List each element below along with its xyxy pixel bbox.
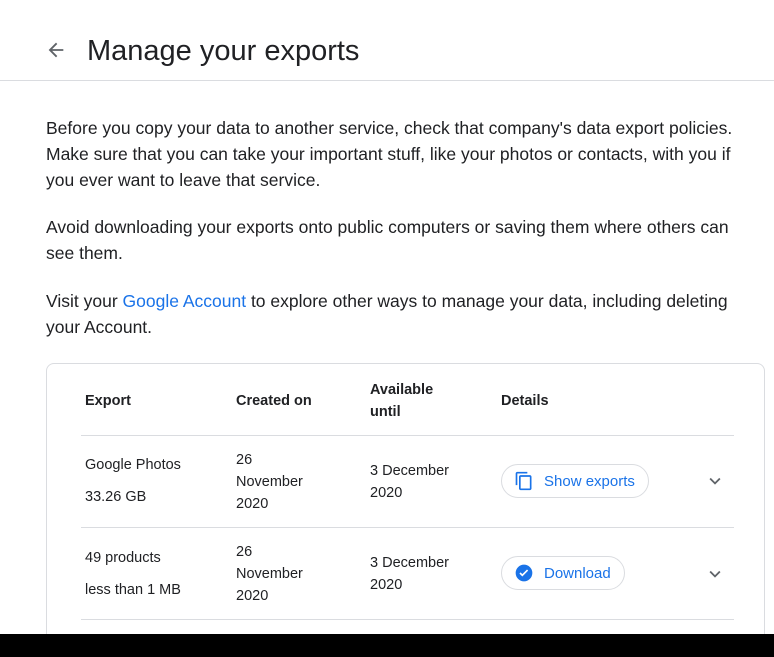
column-header-details: Details: [501, 393, 549, 409]
page-title: Manage your exports: [87, 35, 360, 67]
show-exports-label: Show exports: [544, 472, 635, 490]
check-circle-icon: [515, 564, 533, 582]
bottom-black-bar: [0, 634, 774, 657]
column-header-created-on: Created on: [236, 393, 312, 409]
row-divider: [81, 619, 734, 620]
row1-export-name: Google Photos: [85, 457, 181, 473]
copy-icon: [515, 471, 532, 491]
row1-available-date: 3 December: [370, 463, 449, 479]
column-header-export: Export: [85, 393, 131, 409]
row2-available-date: 3 December: [370, 555, 449, 571]
column-header-available-line1: Available: [370, 382, 434, 398]
row2-export-name: 49 products: [85, 550, 161, 566]
header-divider: [81, 435, 734, 436]
column-header-available-until: Available until: [370, 379, 433, 423]
column-header-available-line2: until: [370, 404, 401, 420]
row2-available-until: 3 December 2020: [370, 552, 449, 596]
google-account-link[interactable]: Google Account: [123, 291, 247, 311]
row2-created-on: 26 November 2020: [236, 541, 303, 607]
arrow-back-icon: [48, 42, 64, 58]
intro-paragraph-google-account: Visit your Google Account to explore oth…: [46, 288, 746, 340]
row1-created-on: 26 November 2020: [236, 449, 303, 515]
page-header: Manage your exports: [0, 0, 774, 81]
row1-export-size: 33.26 GB: [85, 489, 147, 505]
chevron-down-icon: [709, 570, 721, 578]
row1-created-day: 26: [236, 452, 253, 468]
row2-created-month: November: [236, 566, 303, 582]
row1-available-year: 2020: [370, 485, 403, 501]
row1-expand-button[interactable]: [701, 467, 729, 495]
chevron-down-icon: [709, 477, 721, 485]
row1-available-until: 3 December 2020: [370, 460, 449, 504]
row2-created-day: 26: [236, 544, 253, 560]
intro-text-before-link: Visit your: [46, 291, 123, 311]
download-button[interactable]: Download: [501, 556, 625, 590]
row1-created-month: November: [236, 474, 303, 490]
row2-available-year: 2020: [370, 577, 403, 593]
show-exports-button[interactable]: Show exports: [501, 464, 649, 498]
intro-paragraph-public-computers: Avoid downloading your exports onto publ…: [46, 217, 729, 263]
manage-exports-page: Manage your exports Before you copy your…: [0, 0, 774, 657]
row2-export-size: less than 1 MB: [85, 582, 181, 598]
row1-created-year: 2020: [236, 496, 269, 512]
exports-table-card: Export Created on Available until Detail…: [46, 363, 765, 657]
back-button[interactable]: [40, 34, 72, 66]
intro-paragraph-policies: Before you copy your data to another ser…: [46, 118, 733, 190]
row2-expand-button[interactable]: [701, 560, 729, 588]
download-label: Download: [544, 564, 611, 582]
row-divider: [81, 527, 734, 528]
row2-created-year: 2020: [236, 588, 269, 604]
